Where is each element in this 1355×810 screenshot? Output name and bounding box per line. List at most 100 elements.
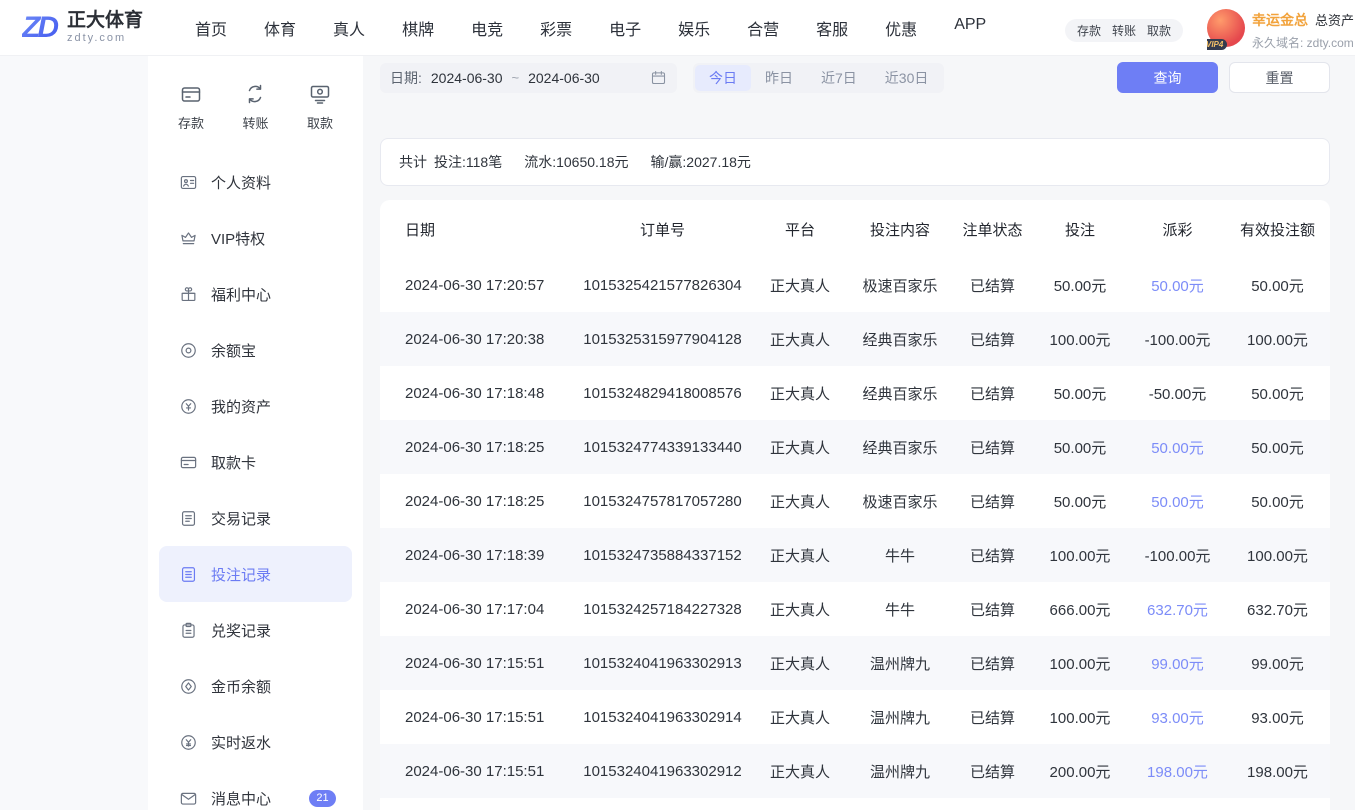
table-row: 2024-06-30 17:20:571015325421577826304正大… <box>380 258 1330 312</box>
date-separator: ~ <box>512 70 520 85</box>
deposit-icon <box>179 82 203 106</box>
quick-action-deposit[interactable]: 存款 <box>178 82 204 132</box>
cell-status: 已结算 <box>955 275 1030 296</box>
sidebar-item-transactions[interactable]: 交易记录 <box>159 490 352 546</box>
cell-order-no: 1015324774339133440 <box>570 439 755 456</box>
cell-status: 已结算 <box>955 437 1030 458</box>
cell-valid-amount: 198.00元 <box>1225 761 1330 782</box>
body-row: 存款转账取款 个人资料VIP特权福利中心余额宝我的资产取款卡交易记录投注记录兑奖… <box>0 56 1355 810</box>
welfare-icon <box>179 285 198 304</box>
nav-item-app[interactable]: APP <box>954 16 986 40</box>
cell-order-no: 1015324041963302913 <box>570 655 755 672</box>
coin-icon <box>179 677 198 696</box>
column-header-bet-amount: 投注 <box>1030 219 1130 240</box>
cell-valid-amount: 50.00元 <box>1225 437 1330 458</box>
user-info[interactable]: VIP4 幸运金总 总资产: 永久域名: zdty.com <box>1207 8 1355 52</box>
nav-item-chess[interactable]: 棋牌 <box>402 16 434 40</box>
range-yesterday[interactable]: 昨日 <box>751 65 807 91</box>
nav-item-sports[interactable]: 体育 <box>264 16 296 40</box>
cell-payout: -100.00元 <box>1130 329 1225 350</box>
logo-title: 正大体育 <box>67 11 143 32</box>
summary-bar: 共计 投注:118笔 流水:10650.18元 输/赢:2027.18元 <box>380 138 1330 186</box>
page-root: ZD 正大体育 zdty.com 首页 体育 真人 棋牌 电竞 彩票 电子 娱乐 合营 客服 优惠 A… <box>0 0 1355 810</box>
unread-badge: 21 <box>309 790 336 807</box>
sidebar-item-redeem-records[interactable]: 兑奖记录 <box>159 602 352 658</box>
nav-item-slots[interactable]: 电子 <box>609 16 641 40</box>
cell-bet-amount: 100.00元 <box>1030 707 1130 728</box>
cell-bet-amount: 50.00元 <box>1030 437 1130 458</box>
sidebar-item-label: 实时返水 <box>211 732 271 753</box>
cell-valid-amount: 50.00元 <box>1225 383 1330 404</box>
quick-action-withdraw[interactable]: 取款 <box>307 82 333 132</box>
date-label: 日期: <box>390 68 422 88</box>
summary-bets: 投注:118笔 <box>434 152 502 172</box>
logo[interactable]: ZD 正大体育 zdty.com <box>22 11 143 45</box>
cell-status: 已结算 <box>955 329 1030 350</box>
sidebar-item-profile[interactable]: 个人资料 <box>159 154 352 210</box>
withdraw-link[interactable]: 取款 <box>1147 22 1171 39</box>
nav-item-esports[interactable]: 电竞 <box>471 16 503 40</box>
cell-valid-amount: 100.00元 <box>1225 545 1330 566</box>
range-today[interactable]: 今日 <box>695 65 751 91</box>
date-from-value[interactable]: 2024-06-30 <box>431 70 503 86</box>
sidebar-item-vip[interactable]: VIP特权 <box>159 210 352 266</box>
quick-action-transfer[interactable]: 转账 <box>242 82 268 132</box>
nav-item-service[interactable]: 客服 <box>816 16 848 40</box>
cell-platform: 正大真人 <box>755 275 845 296</box>
date-to-value[interactable]: 2024-06-30 <box>528 70 600 86</box>
nav-item-lottery[interactable]: 彩票 <box>540 16 572 40</box>
date-range-picker[interactable]: 日期: 2024-06-30 ~ 2024-06-30 <box>380 63 677 93</box>
column-header-payout: 派彩 <box>1130 219 1225 240</box>
nav-item-partnership[interactable]: 合营 <box>747 16 779 40</box>
avatar[interactable]: VIP4 <box>1207 9 1245 47</box>
transfer-link[interactable]: 转账 <box>1112 22 1136 39</box>
sidebar-item-assets[interactable]: 我的资产 <box>159 378 352 434</box>
cell-bet-amount: 100.00元 <box>1030 545 1130 566</box>
cell-payout: 50.00元 <box>1130 491 1225 512</box>
quick-action-label: 取款 <box>307 113 333 132</box>
deposit-link[interactable]: 存款 <box>1077 22 1101 39</box>
search-button[interactable]: 查询 <box>1117 62 1218 93</box>
range-last7days[interactable]: 近7日 <box>807 65 871 91</box>
sidebar-quick-actions: 存款转账取款 <box>148 82 363 132</box>
nav-item-promotions[interactable]: 优惠 <box>885 16 917 40</box>
sidebar-item-messages[interactable]: 消息中心21 <box>159 770 352 810</box>
sidebar-item-bet-records[interactable]: 投注记录 <box>159 546 352 602</box>
sidebar-item-withdraw-card[interactable]: 取款卡 <box>159 434 352 490</box>
sidebar-item-label: 福利中心 <box>211 284 271 305</box>
withdraw-icon <box>308 82 332 106</box>
cell-bet-content: 温州牌九 <box>845 707 955 728</box>
main-content: 日期: 2024-06-30 ~ 2024-06-30 今日昨日近7日近30日 … <box>363 56 1355 810</box>
assets-icon <box>179 397 198 416</box>
nav-item-live-casino[interactable]: 真人 <box>333 16 365 40</box>
cell-date: 2024-06-30 17:17:04 <box>380 601 570 618</box>
cell-platform: 正大真人 <box>755 599 845 620</box>
cell-date: 2024-06-30 17:18:39 <box>380 547 570 564</box>
cell-bet-content: 极速百家乐 <box>845 275 955 296</box>
profile-icon <box>179 173 198 192</box>
sidebar-item-welfare[interactable]: 福利中心 <box>159 266 352 322</box>
nav-item-home[interactable]: 首页 <box>195 16 227 40</box>
reset-button[interactable]: 重置 <box>1229 62 1330 93</box>
sidebar-item-coin-balance[interactable]: 金币余额 <box>159 658 352 714</box>
sidebar-item-yuebao[interactable]: 余额宝 <box>159 322 352 378</box>
column-header-date: 日期 <box>380 219 570 240</box>
cell-bet-content: 温州牌九 <box>845 761 955 782</box>
cell-payout: -50.00元 <box>1130 383 1225 404</box>
main-nav: 首页 体育 真人 棋牌 电竞 彩票 电子 娱乐 合营 客服 优惠 APP <box>195 16 986 40</box>
sidebar-item-rebate[interactable]: 实时返水 <box>159 714 352 770</box>
nav-item-entertainment[interactable]: 娱乐 <box>678 16 710 40</box>
cell-valid-amount: 100.00元 <box>1225 329 1330 350</box>
cell-bet-content: 经典百家乐 <box>845 383 955 404</box>
cell-order-no: 1015324041963302912 <box>570 763 755 780</box>
table-row: 2024-06-30 17:17:041015324257184227328正大… <box>380 582 1330 636</box>
table-row: 2024-06-30 17:18:251015324774339133440正大… <box>380 420 1330 474</box>
filter-bar: 日期: 2024-06-30 ~ 2024-06-30 今日昨日近7日近30日 … <box>380 62 1330 93</box>
sidebar-item-label: 兑奖记录 <box>211 620 271 641</box>
calendar-icon-button[interactable] <box>650 69 667 86</box>
range-last30days[interactable]: 近30日 <box>871 65 943 91</box>
cell-order-no: 1015324757817057280 <box>570 493 755 510</box>
cell-status: 已结算 <box>955 491 1030 512</box>
cell-payout: -100.00元 <box>1130 545 1225 566</box>
filter-actions: 查询 重置 <box>1117 62 1330 93</box>
